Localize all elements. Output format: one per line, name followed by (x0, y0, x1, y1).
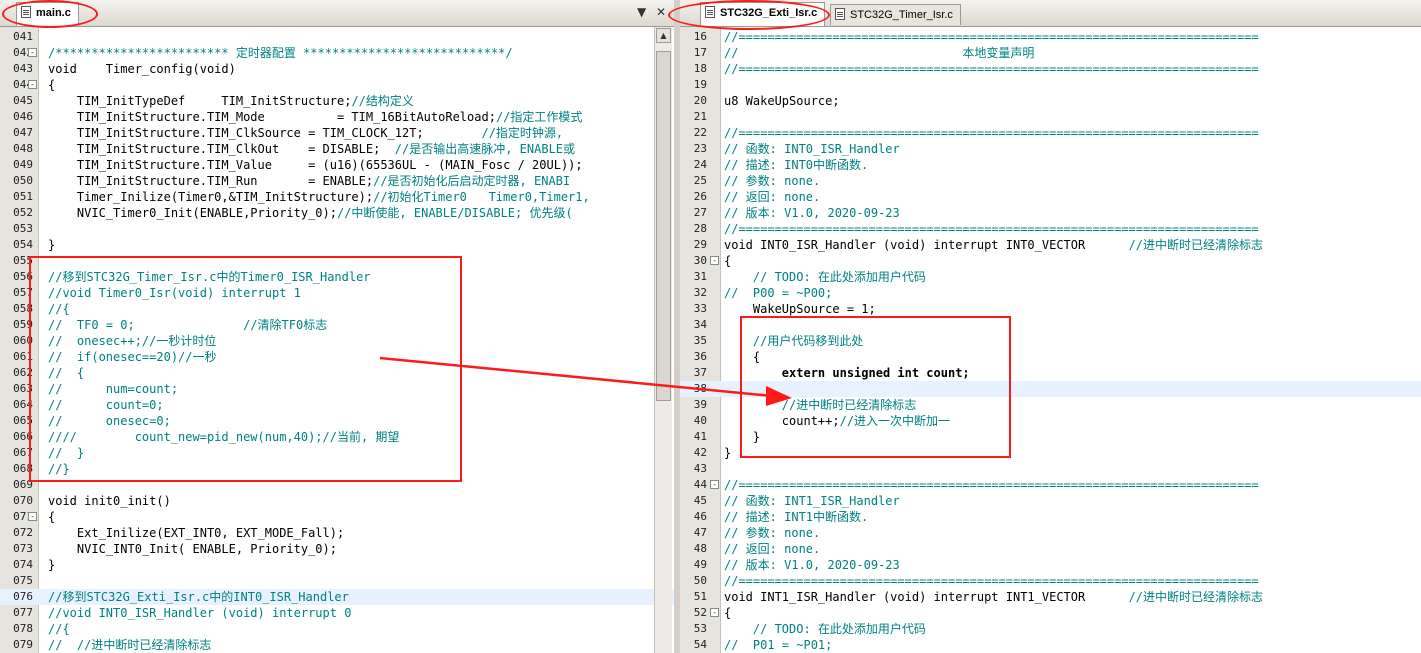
annotation-arrow (379, 356, 792, 406)
